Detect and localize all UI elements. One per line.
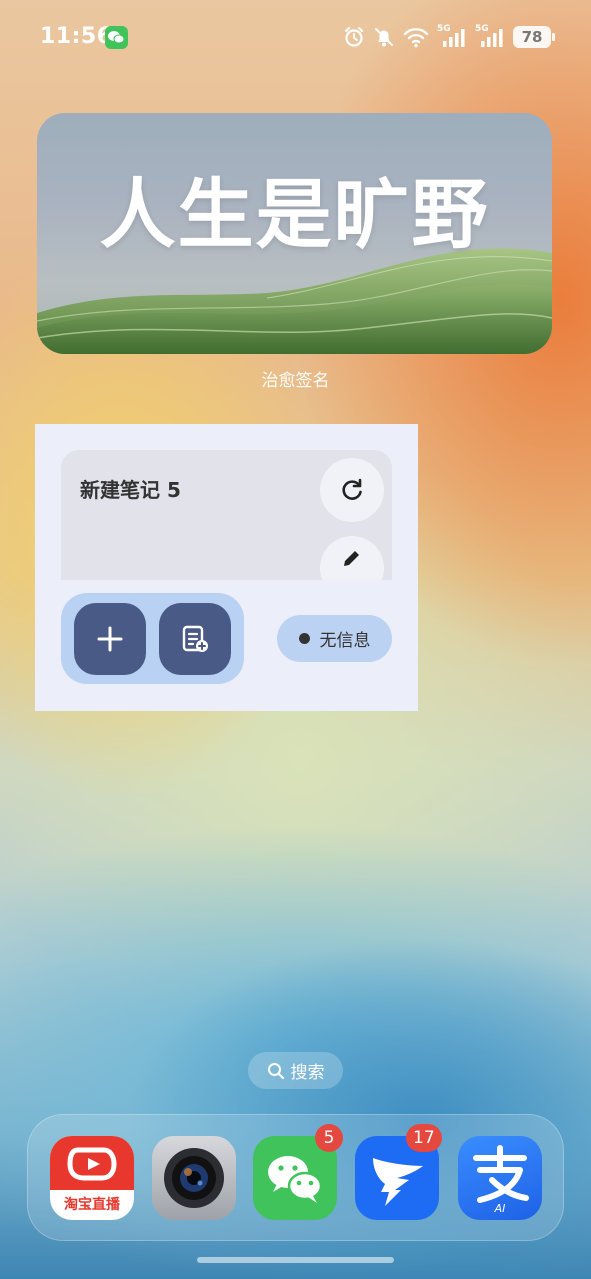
- app-alipay[interactable]: AI: [458, 1136, 542, 1220]
- dingtalk-badge: 17: [406, 1124, 442, 1152]
- plus-icon: [97, 626, 123, 652]
- alipay-ai-label: AI: [494, 1202, 506, 1215]
- add-note-button[interactable]: [74, 603, 146, 675]
- healing-signature-widget[interactable]: 人生是旷野: [37, 113, 552, 354]
- signal-icon: 5G: [475, 24, 505, 48]
- alarm-icon: [344, 26, 364, 47]
- edit-icon: [344, 551, 359, 566]
- note-card[interactable]: 新建笔记 5: [61, 450, 392, 580]
- edit-button[interactable]: [320, 536, 384, 580]
- mute-bell-icon: [375, 28, 393, 47]
- widget-label: 治愈签名: [261, 371, 330, 391]
- wechat-notification-icon: [105, 26, 128, 49]
- status-icons: 5G 5G 78: [343, 24, 555, 50]
- status-text: 无信息: [319, 631, 371, 651]
- quick-actions: [61, 593, 244, 684]
- search-label: 搜索: [290, 1063, 325, 1083]
- new-note-icon: [182, 625, 208, 652]
- refresh-button[interactable]: [320, 458, 384, 522]
- app-taobao-live[interactable]: 淘宝直播: [50, 1136, 134, 1220]
- note-title: 新建笔记 5: [80, 478, 181, 502]
- wifi-icon: [403, 28, 429, 48]
- search-button[interactable]: 搜索: [248, 1052, 343, 1089]
- battery-level: 78: [521, 28, 543, 46]
- taobao-live-label: 淘宝直播: [64, 1197, 120, 1213]
- status-dot: [298, 633, 310, 644]
- search-icon: [267, 1062, 284, 1079]
- status-badge[interactable]: 无信息: [277, 615, 392, 662]
- refresh-icon: [342, 478, 362, 500]
- wechat-badge: 5: [315, 1124, 343, 1152]
- home-indicator[interactable]: [197, 1257, 394, 1263]
- battery-icon: 78: [513, 26, 555, 48]
- status-bar: 11:56 5G 5G 78: [0, 0, 591, 76]
- signature-text: 人生是旷野: [99, 170, 490, 259]
- camera-icon: [164, 1148, 224, 1208]
- app-camera[interactable]: [152, 1136, 236, 1220]
- signal-icon: 5G: [437, 24, 467, 48]
- new-note-button[interactable]: [159, 603, 231, 675]
- status-time: 11:56: [40, 24, 113, 49]
